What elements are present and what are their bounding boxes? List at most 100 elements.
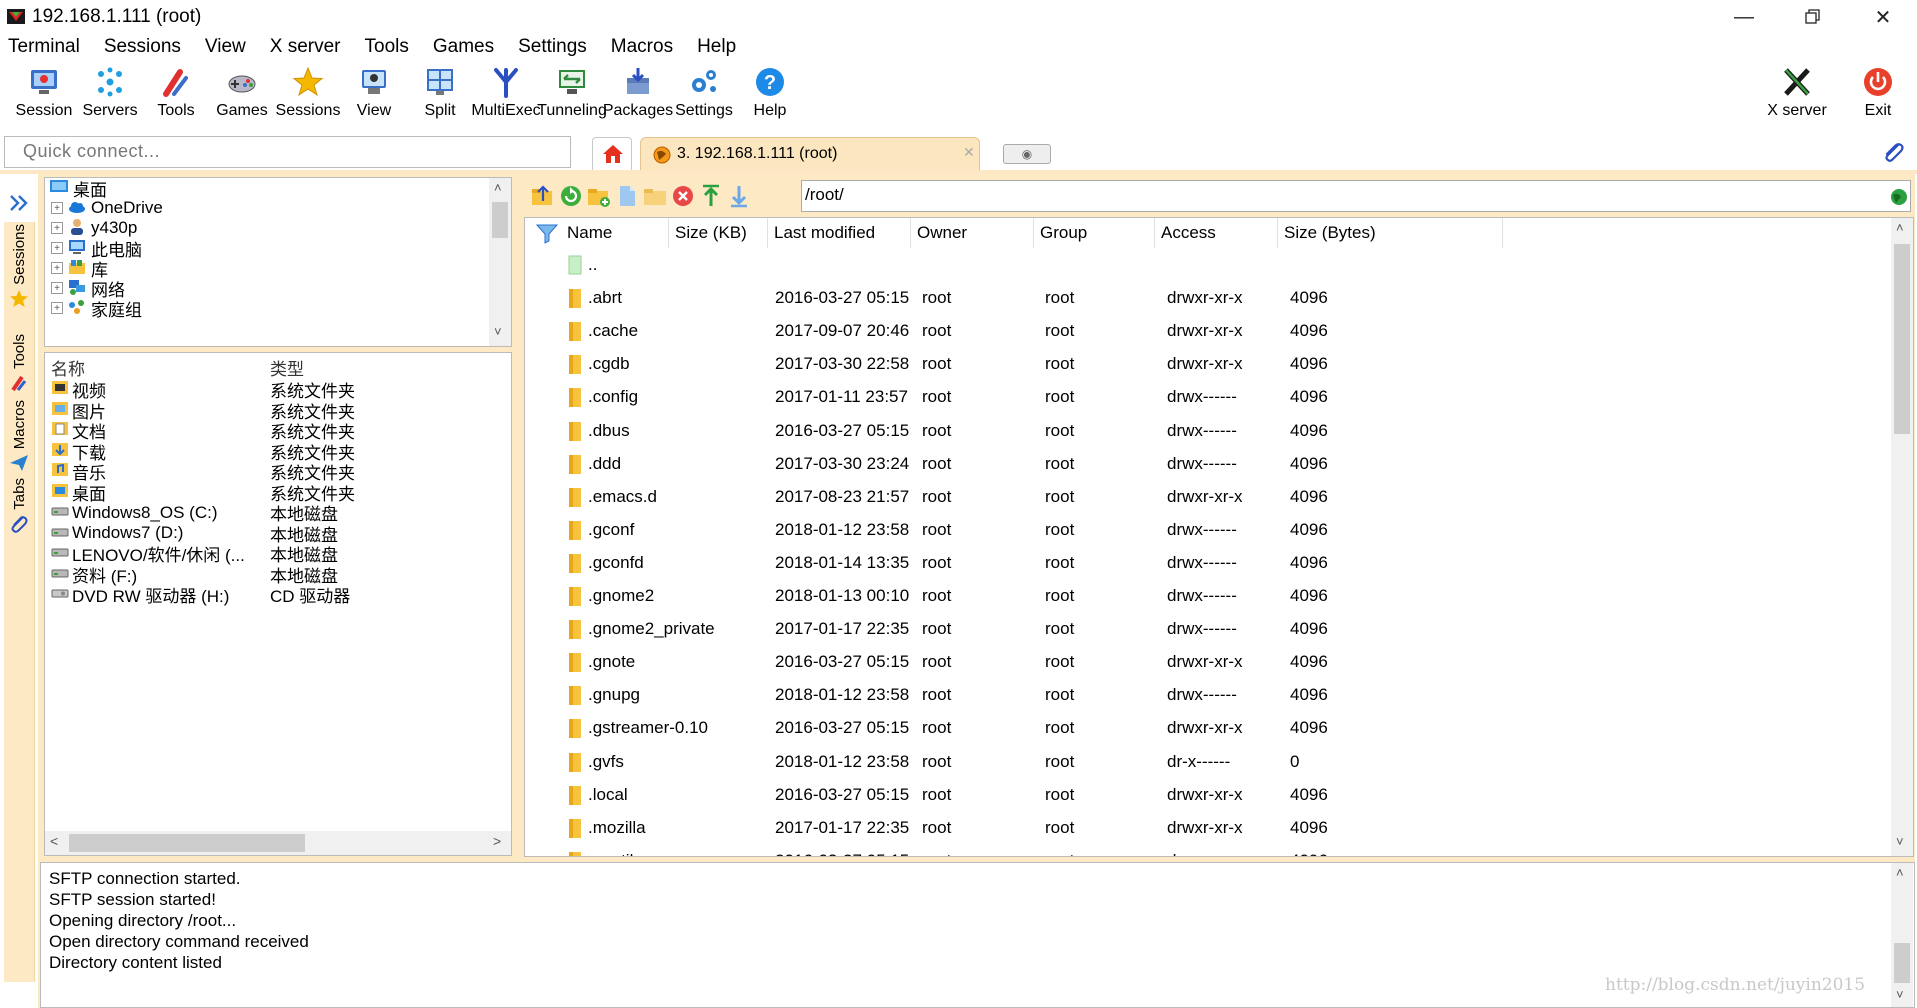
- file-row[interactable]: .cache 2017-09-07 20:46 root root drwxr-xr-x…: [525, 314, 1885, 347]
- maximize-button[interactable]: [1783, 0, 1843, 34]
- scroll-down-icon[interactable]: ˅: [494, 324, 502, 339]
- scroll-up-icon[interactable]: ˄: [1896, 865, 1904, 880]
- scroll-right-icon[interactable]: ˃: [493, 833, 501, 849]
- menu-sessions[interactable]: Sessions: [96, 34, 181, 62]
- menu-terminal[interactable]: Terminal: [0, 34, 80, 62]
- file-row[interactable]: .emacs.d 2017-08-23 21:57 root root drwxr-xr…: [525, 480, 1885, 513]
- download-icon[interactable]: [726, 183, 752, 209]
- parent-directory-icon[interactable]: [530, 183, 556, 209]
- toolbar-x-server-button[interactable]: X server: [1757, 62, 1837, 134]
- file-row[interactable]: .nautilus 2016-03-27 05:15 root root drwxr-x…: [525, 844, 1885, 856]
- menu-tools[interactable]: Tools: [357, 34, 409, 62]
- file-owner: root: [922, 486, 952, 506]
- close-window-button[interactable]: ✕: [1853, 0, 1913, 34]
- expand-toggle-icon[interactable]: +: [51, 262, 63, 274]
- home-tab[interactable]: [592, 137, 632, 170]
- side-tab-tools[interactable]: Tools: [4, 334, 34, 393]
- toolbar-button-label: Tunneling: [537, 102, 607, 119]
- upload-icon[interactable]: [698, 183, 724, 209]
- file-modified: 2018-01-12 23:58: [775, 519, 910, 539]
- scroll-left-icon[interactable]: ˂: [50, 833, 58, 849]
- parent-directory-row[interactable]: ..: [525, 248, 1885, 281]
- file-owner: root: [922, 519, 952, 539]
- expand-sidebar-icon[interactable]: [8, 194, 30, 212]
- tab-close-icon[interactable]: ✕: [963, 144, 975, 161]
- file-row[interactable]: .ddd 2017-03-30 23:24 root root drwx------ 40…: [525, 447, 1885, 480]
- remote-path-input[interactable]: /root/: [801, 180, 1911, 212]
- file-row[interactable]: .cgdb 2017-03-30 22:58 root root drwxr-xr-x 4…: [525, 347, 1885, 380]
- file-row[interactable]: .gstreamer-0.10 2016-03-27 05:15 root root d…: [525, 711, 1885, 744]
- folder-icon[interactable]: [642, 183, 668, 209]
- tree-item[interactable]: + 家庭组: [45, 296, 142, 320]
- list-horizontal-scrollbar[interactable]: ˂ ˃: [45, 831, 511, 855]
- panel-splitter[interactable]: [514, 177, 522, 857]
- column-header-last-modified[interactable]: Last modified: [768, 218, 911, 248]
- log-scroll-thumb[interactable]: [1894, 943, 1910, 983]
- file-size-bytes: 0: [1290, 751, 1300, 771]
- file-list-scroll-thumb[interactable]: [1894, 244, 1910, 434]
- scroll-up-icon[interactable]: ˄: [494, 180, 502, 195]
- expand-toggle-icon[interactable]: +: [51, 302, 63, 314]
- minimize-button[interactable]: —: [1714, 0, 1774, 34]
- expand-toggle-icon[interactable]: +: [51, 282, 63, 294]
- file-row[interactable]: .config 2017-01-11 23:57 root root drwx-----…: [525, 380, 1885, 413]
- column-header-name[interactable]: Name: [561, 218, 669, 248]
- globe-go-icon[interactable]: [1890, 188, 1908, 206]
- file-row[interactable]: .gvfs 2018-01-12 23:58 root root dr-x------ 0: [525, 745, 1885, 778]
- file-row[interactable]: .local 2016-03-27 05:15 root root drwxr-xr-x…: [525, 778, 1885, 811]
- list-scroll-thumb[interactable]: [69, 834, 305, 852]
- new-tab-button[interactable]: ◉: [1003, 144, 1051, 164]
- file-name: .mozilla: [588, 817, 646, 837]
- expand-toggle-icon[interactable]: +: [51, 242, 63, 254]
- scroll-down-icon[interactable]: ˅: [1896, 987, 1904, 1002]
- file-row[interactable]: .gnome2 2018-01-13 00:10 root root drwx-----…: [525, 579, 1885, 612]
- expand-toggle-icon[interactable]: +: [51, 222, 63, 234]
- menu-settings[interactable]: Settings: [510, 34, 587, 62]
- list-item[interactable]: DVD RW 驱动器 (H:) CD 驱动器: [45, 582, 485, 607]
- scroll-down-icon[interactable]: ˅: [1896, 834, 1904, 849]
- folder-icon: [567, 453, 585, 475]
- file-row[interactable]: .dbus 2016-03-27 05:15 root root drwx------ 4…: [525, 414, 1885, 447]
- paperclip-icon[interactable]: [1880, 140, 1906, 166]
- new-folder-icon[interactable]: [586, 183, 612, 209]
- menu-view[interactable]: View: [197, 34, 246, 62]
- refresh-icon[interactable]: [558, 183, 584, 209]
- menu-x-server[interactable]: X server: [262, 34, 341, 62]
- column-header-owner[interactable]: Owner: [911, 218, 1034, 248]
- file-row[interactable]: .gnupg 2018-01-12 23:58 root root drwx------…: [525, 678, 1885, 711]
- side-tab-macros[interactable]: Macros: [4, 400, 34, 473]
- file-row[interactable]: .abrt 2016-03-27 05:15 root root drwxr-xr-x 4…: [525, 281, 1885, 314]
- file-access: drwx------: [1167, 619, 1237, 639]
- column-header-size-bytes[interactable]: Size (Bytes): [1278, 218, 1503, 248]
- file-row[interactable]: .gconf 2018-01-12 23:58 root root drwx------…: [525, 513, 1885, 546]
- file-row[interactable]: .gconfd 2018-01-14 13:35 root root drwx-----…: [525, 546, 1885, 579]
- scroll-up-icon[interactable]: ˄: [1896, 220, 1904, 235]
- filter-icon[interactable]: [535, 222, 559, 244]
- file-modified: 2016-03-27 05:15: [775, 288, 910, 308]
- column-header-group[interactable]: Group: [1034, 218, 1155, 248]
- delete-icon[interactable]: [670, 183, 696, 209]
- menu-macros[interactable]: Macros: [603, 34, 673, 62]
- file-list-scrollbar[interactable]: ˄ ˅: [1891, 218, 1913, 856]
- quick-connect-input[interactable]: Quick connect...: [4, 136, 571, 168]
- split-icon: [427, 69, 453, 95]
- file-access: drwxr-xr-x: [1167, 718, 1243, 738]
- file-owner: root: [922, 288, 952, 308]
- side-tab-sessions[interactable]: Sessions: [4, 224, 34, 309]
- new-file-icon[interactable]: [614, 183, 640, 209]
- menu-games[interactable]: Games: [425, 34, 494, 62]
- tree-scrollbar[interactable]: ˄ ˅: [489, 178, 511, 346]
- log-scrollbar[interactable]: ˄ ˅: [1891, 863, 1913, 1007]
- column-header-access[interactable]: Access: [1155, 218, 1278, 248]
- file-row[interactable]: .mozilla 2017-01-17 22:35 root root drwxr-xr…: [525, 811, 1885, 844]
- menu-help[interactable]: Help: [689, 34, 736, 62]
- expand-toggle-icon[interactable]: +: [51, 202, 63, 214]
- session-tab[interactable]: 3. 192.168.1.111 (root) ✕: [640, 137, 980, 170]
- toolbar-exit-button[interactable]: Exit: [1838, 62, 1917, 134]
- toolbar-help-button[interactable]: ? Help: [730, 62, 810, 134]
- file-row[interactable]: .gnome2_private 2017-01-17 22:35 root root d…: [525, 612, 1885, 645]
- tree-scroll-thumb[interactable]: [492, 202, 508, 238]
- file-row[interactable]: .gnote 2016-03-27 05:15 root root drwxr-xr-x…: [525, 645, 1885, 678]
- column-header-size-kb[interactable]: Size (KB): [669, 218, 768, 248]
- side-tab-tabs[interactable]: Tabs: [4, 478, 34, 536]
